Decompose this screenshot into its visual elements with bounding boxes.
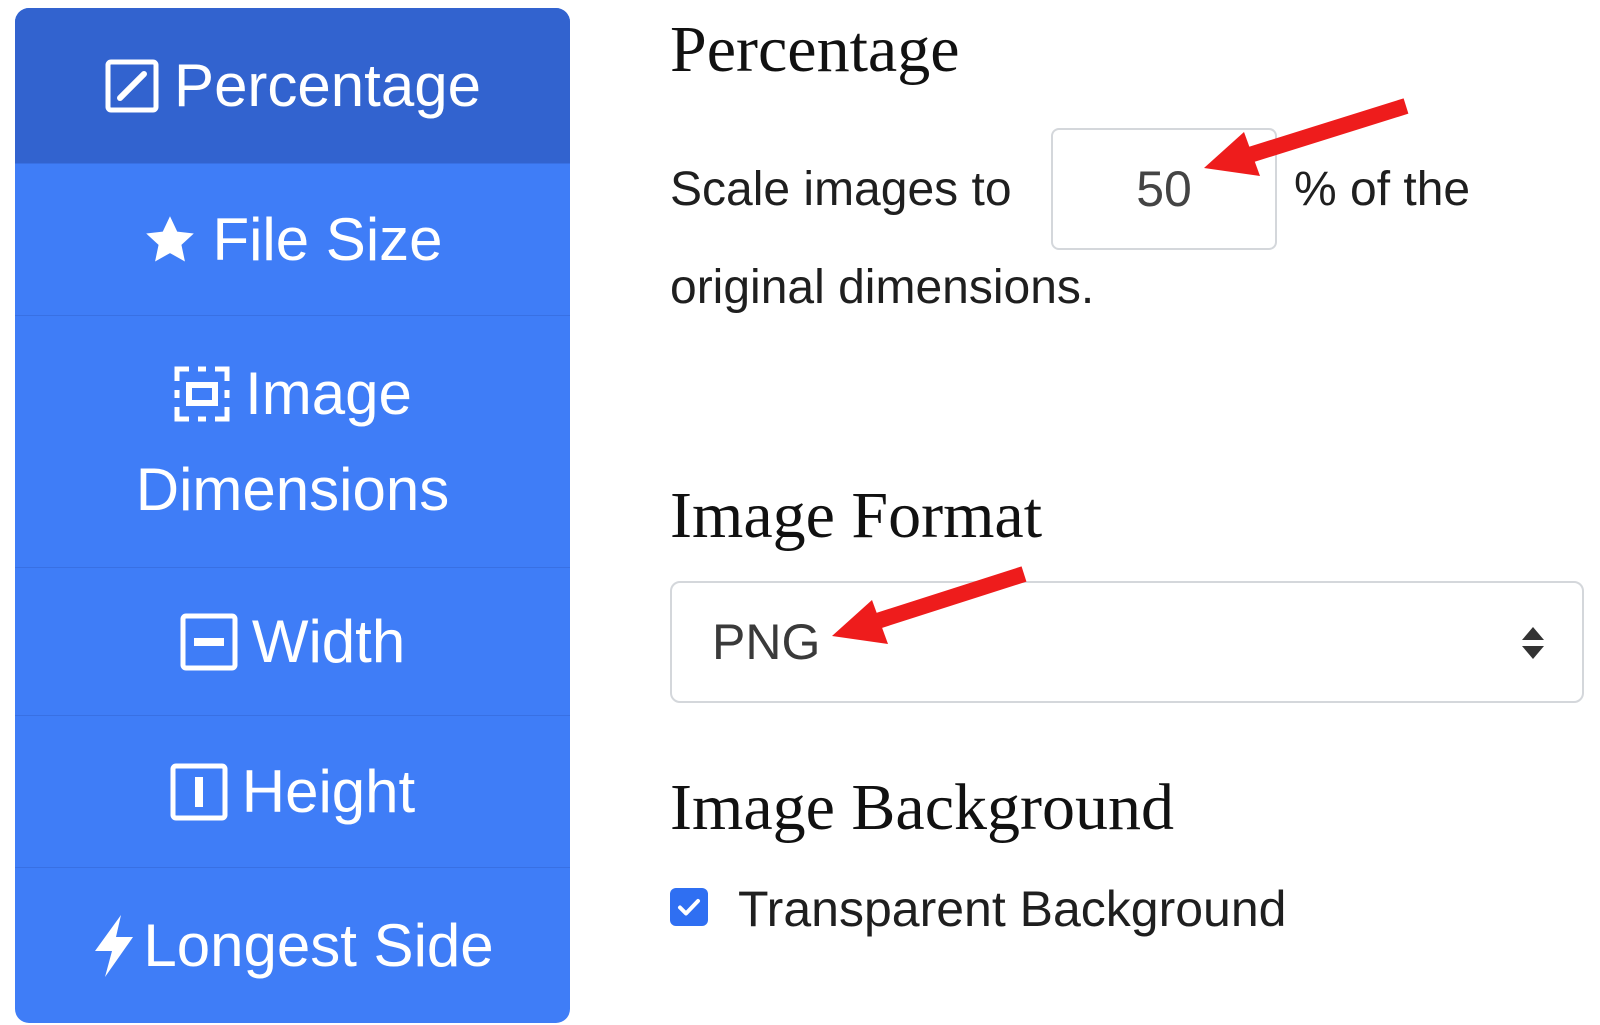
star-icon bbox=[142, 212, 198, 268]
sidebar-item-width[interactable]: Width bbox=[15, 568, 570, 716]
transparent-background-checkbox[interactable] bbox=[670, 888, 708, 926]
sidebar-item-label-line1: Image bbox=[245, 359, 412, 427]
image-format-selected-value: PNG bbox=[712, 614, 821, 670]
sidebar-item-label-line2: Dimensions bbox=[135, 455, 450, 523]
percentage-input[interactable] bbox=[1051, 128, 1277, 250]
minus-square-icon bbox=[180, 613, 238, 671]
sidebar-item-label: Longest Side bbox=[143, 911, 494, 979]
scale-description-line2: original dimensions. bbox=[670, 261, 1095, 314]
image-format-title: Image Format bbox=[670, 479, 1043, 552]
vertical-bar-square-icon bbox=[170, 763, 228, 821]
sidebar-item-label: Height bbox=[241, 757, 416, 825]
select-caret-icon bbox=[1520, 625, 1546, 666]
sidebar-item-file-size[interactable]: File Size bbox=[15, 164, 570, 316]
sidebar-item-percentage[interactable]: Percentage bbox=[15, 8, 570, 164]
sidebar-item-label: Percentage bbox=[174, 51, 481, 119]
sidebar-item-label: File Size bbox=[212, 205, 443, 273]
image-background-title: Image Background bbox=[670, 771, 1174, 844]
resize-frame-icon bbox=[173, 365, 231, 423]
sidebar-item-height[interactable]: Height bbox=[15, 716, 570, 868]
image-format-select[interactable]: PNG bbox=[670, 581, 1584, 703]
scale-prefix-text: Scale images to bbox=[670, 163, 1012, 216]
transparent-background-label: Transparent Background bbox=[738, 881, 1287, 937]
sidebar-item-image-dimensions[interactable]: Image Dimensions bbox=[15, 316, 570, 568]
lightning-icon bbox=[91, 914, 137, 977]
scale-suffix-text: % of the bbox=[1294, 163, 1471, 216]
percentage-title: Percentage bbox=[670, 13, 960, 86]
pencil-square-icon bbox=[104, 58, 160, 114]
checkmark-icon bbox=[678, 899, 700, 916]
resize-mode-sidebar: Percentage File Size Image Dimensions Wi… bbox=[15, 8, 570, 1023]
sidebar-item-longest-side[interactable]: Longest Side bbox=[15, 868, 570, 1023]
sidebar-item-label: Width bbox=[251, 607, 406, 675]
